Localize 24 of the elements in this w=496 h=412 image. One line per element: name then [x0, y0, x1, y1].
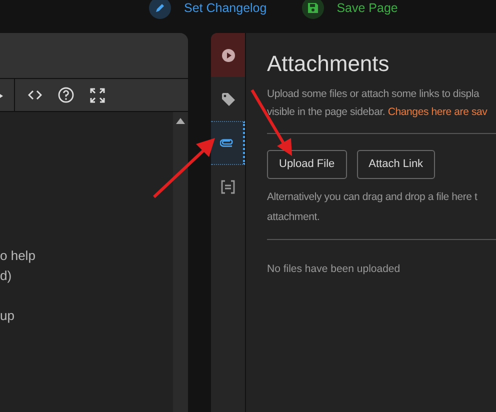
hint-line: Alternatively you can drag and drop a file here t — [267, 190, 478, 205]
set-changelog-button[interactable]: Set Changelog — [149, 0, 267, 19]
save-page-button[interactable]: Save Page — [302, 0, 398, 19]
annotation-arrow — [152, 136, 216, 200]
description-line: visible in the page sidebar. Changes here are sav — [267, 105, 488, 120]
toggle-tab[interactable] — [211, 33, 245, 77]
tag-icon — [222, 92, 234, 106]
description-line: Upload some files or attach some links to displa — [267, 87, 480, 102]
editor-text-line: o help — [0, 247, 36, 265]
pencil-icon — [149, 0, 171, 19]
scroll-up-icon[interactable] — [176, 118, 185, 124]
scrollbar[interactable] — [173, 112, 188, 412]
play-icon — [222, 48, 234, 62]
panel-title: Attachments — [267, 51, 390, 77]
document-icon — [221, 180, 235, 194]
paperclip-icon — [220, 139, 234, 147]
sidebar-tab[interactable] — [211, 121, 245, 165]
empty-message: No files have been uploaded — [267, 262, 402, 277]
hint-line: attachment. — [267, 210, 321, 225]
editor-text-line: up — [0, 307, 14, 325]
caret-icon — [0, 94, 3, 98]
help-icon[interactable] — [56, 85, 76, 105]
attach-link-button[interactable]: Attach Link — [356, 150, 436, 179]
editor-text-line: d) — [0, 267, 12, 285]
